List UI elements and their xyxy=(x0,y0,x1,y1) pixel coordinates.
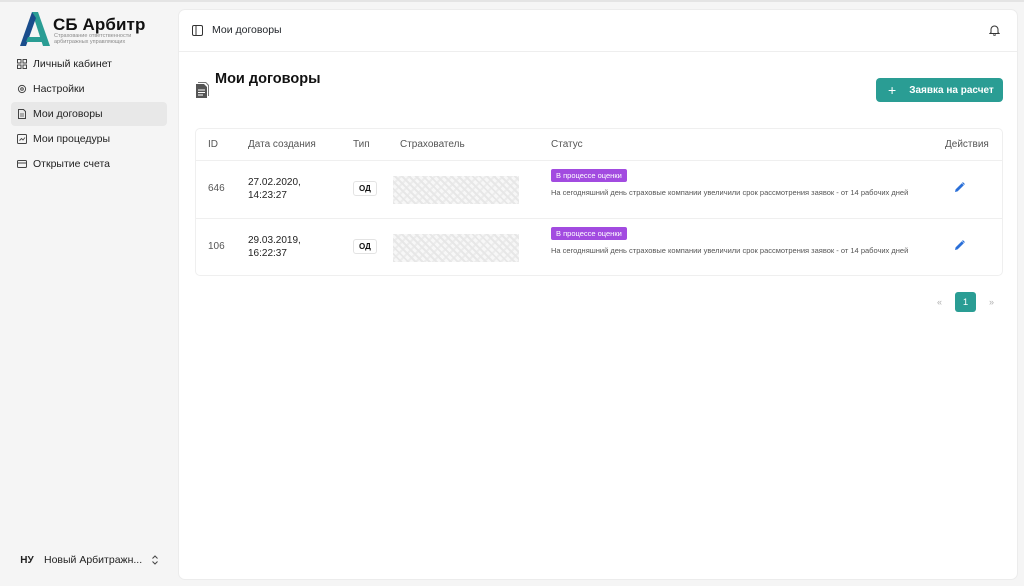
gear-icon xyxy=(17,84,27,94)
sidebar-item-label: Личный кабинет xyxy=(33,58,112,70)
status-badge: В процессе оценки xyxy=(551,169,627,182)
pagination-next[interactable]: » xyxy=(984,297,999,307)
sidebar-nav: Личный кабинет Настройки Мои договоры Мо… xyxy=(11,52,167,177)
table-header: ID Дата создания Тип Страхователь Статус… xyxy=(196,129,1002,161)
plus-icon: + xyxy=(888,82,897,98)
insurer-redacted xyxy=(393,176,519,204)
row-id: 646 xyxy=(208,183,225,194)
type-badge: ОД xyxy=(353,239,377,254)
request-calculation-label: Заявка на расчет xyxy=(909,84,994,96)
row-time: 14:23:27 xyxy=(248,190,287,201)
column-header-status[interactable]: Статус xyxy=(551,139,583,150)
contracts-table: ID Дата создания Тип Страхователь Статус… xyxy=(195,128,1003,276)
row-date: 27.02.2020, xyxy=(248,177,301,188)
pagination-prev[interactable]: « xyxy=(932,297,947,307)
request-calculation-button[interactable]: + Заявка на расчет xyxy=(876,78,1003,102)
row-id: 106 xyxy=(208,241,225,252)
chevron-up-down-icon xyxy=(150,554,160,566)
column-header-created[interactable]: Дата создания xyxy=(248,139,316,150)
sidebar-toggle-icon[interactable] xyxy=(192,25,203,36)
main-panel: Мои договоры Мои договоры + Заявка на ра… xyxy=(178,9,1018,580)
grid-icon xyxy=(17,59,27,69)
sidebar-item-label: Открытие счета xyxy=(33,158,111,170)
document-icon xyxy=(17,109,27,119)
pagination-page-current[interactable]: 1 xyxy=(955,292,976,312)
type-badge: ОД xyxy=(353,181,377,196)
sidebar-item-label: Мои процедуры xyxy=(33,133,111,145)
sidebar-item-contracts[interactable]: Мои договоры xyxy=(11,102,167,126)
logo-a-icon xyxy=(20,12,50,46)
sidebar-item-dashboard[interactable]: Личный кабинет xyxy=(11,52,167,76)
sidebar-item-label: Настройки xyxy=(33,83,85,95)
column-header-actions: Действия xyxy=(945,139,989,150)
column-header-insurer[interactable]: Страхователь xyxy=(400,139,465,150)
insurer-redacted xyxy=(393,234,519,262)
contracts-file-icon xyxy=(196,82,209,98)
row-created-date: 27.02.2020, 14:23:27 xyxy=(248,176,301,202)
row-time: 16:22:37 xyxy=(248,248,287,259)
column-header-type[interactable]: Тип xyxy=(353,139,370,150)
sidebar-item-procedures[interactable]: Мои процедуры xyxy=(11,127,167,151)
sidebar-item-account-opening[interactable]: Открытие счета xyxy=(11,152,167,176)
row-date: 29.03.2019, xyxy=(248,235,301,246)
bell-icon[interactable] xyxy=(988,24,1001,36)
card-icon xyxy=(17,159,27,169)
table-row[interactable]: 646 27.02.2020, 14:23:27 ОД В процессе о… xyxy=(196,161,1002,219)
row-created-date: 29.03.2019, 16:22:37 xyxy=(248,234,301,260)
sidebar-item-label: Мои договоры xyxy=(33,108,103,120)
status-note: На сегодняшний день страховые компании у… xyxy=(551,246,909,255)
breadcrumb: Мои договоры xyxy=(212,24,282,36)
logo-title: СБ Арбитр xyxy=(53,15,146,34)
logo-subtitle: Страхование ответственности арбитражных … xyxy=(54,33,132,45)
edit-pencil-icon[interactable] xyxy=(954,182,965,193)
table-row[interactable]: 106 29.03.2019, 16:22:37 ОД В процессе о… xyxy=(196,219,1002,277)
pagination: « 1 » xyxy=(932,292,999,312)
user-name: Новый Арбитражн... xyxy=(44,554,143,566)
status-note: На сегодняшний день страховые компании у… xyxy=(551,188,909,197)
page-title: Мои договоры xyxy=(215,71,321,87)
status-badge: В процессе оценки xyxy=(551,227,627,240)
edit-pencil-icon[interactable] xyxy=(954,240,965,251)
avatar: НУ xyxy=(20,554,34,566)
top-bar: Мои договоры xyxy=(179,10,1017,52)
sidebar: СБ Арбитр Страхование ответственности ар… xyxy=(0,2,176,586)
user-menu[interactable]: НУ Новый Арбитражн... xyxy=(14,548,164,572)
sidebar-item-settings[interactable]: Настройки xyxy=(11,77,167,101)
procedure-icon xyxy=(17,134,27,144)
column-header-id[interactable]: ID xyxy=(208,139,218,150)
app-logo[interactable]: СБ Арбитр Страхование ответственности ар… xyxy=(20,12,170,48)
